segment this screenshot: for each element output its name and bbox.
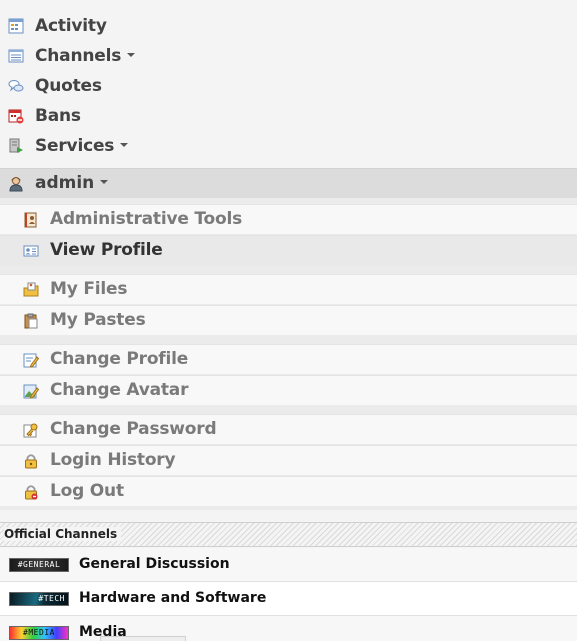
menu-item-view-profile[interactable]: View Profile — [0, 235, 577, 265]
chevron-down-icon — [100, 180, 109, 184]
menu-item-log-out[interactable]: Log Out — [0, 476, 577, 506]
menu-item-administrative-tools[interactable]: Administrative Tools — [0, 204, 577, 234]
chevron-down-icon — [120, 143, 129, 147]
lock-logout-icon — [25, 485, 38, 500]
menu-label-my-files: My Files — [50, 279, 128, 299]
clipboard-icon — [24, 313, 38, 329]
server-icon — [9, 138, 23, 153]
list-icon — [8, 49, 24, 63]
admin-tools-icon — [24, 212, 37, 228]
menu-item-my-files[interactable]: My Files — [0, 274, 577, 304]
nav-label-channels: Channels — [35, 46, 136, 66]
files-icon — [23, 282, 39, 297]
user-icon — [9, 177, 23, 192]
nav-item-services[interactable]: Services — [0, 131, 577, 161]
channel-banner-tech: #TECH — [9, 592, 69, 606]
speech-bubbles-icon — [8, 80, 24, 92]
channel-name: General Discussion — [79, 556, 230, 572]
menu-label-change-profile: Change Profile — [50, 349, 189, 369]
user-menu-toggle[interactable]: admin — [0, 168, 577, 198]
nav-item-bans[interactable]: Bans — [0, 101, 577, 131]
main-nav: Activity Channels Quotes Bans Services — [0, 0, 577, 168]
channel-row-tech[interactable]: #TECH Hardware and Software — [0, 582, 577, 616]
channel-banner-media: #MEDIA — [9, 626, 69, 640]
channel-row-media[interactable]: #MEDIA Media — [0, 616, 577, 641]
nav-label-activity: Activity — [35, 16, 107, 36]
channel-banner-general: #GENERAL — [9, 558, 69, 572]
nav-item-channels[interactable]: Channels — [0, 41, 577, 71]
official-channels-header: Official Channels — [0, 522, 577, 547]
nav-label-bans: Bans — [35, 106, 81, 126]
edit-avatar-icon — [23, 384, 39, 399]
menu-label-log-out: Log Out — [50, 481, 124, 501]
nav-label-quotes: Quotes — [35, 76, 102, 96]
user-dropdown-menu: Administrative Tools View Profile My Fil… — [0, 198, 577, 510]
key-icon — [23, 423, 38, 438]
calendar-icon — [8, 18, 24, 34]
menu-label-view-profile: View Profile — [50, 240, 163, 260]
edit-profile-icon — [23, 353, 39, 368]
menu-item-my-pastes[interactable]: My Pastes — [0, 305, 577, 335]
red-calendar-icon — [8, 109, 24, 124]
menu-item-change-profile[interactable]: Change Profile — [0, 344, 577, 374]
nav-item-activity[interactable]: Activity — [0, 11, 577, 41]
menu-label-administrative-tools: Administrative Tools — [50, 209, 243, 229]
profile-card-icon — [23, 245, 39, 257]
menu-label-change-password: Change Password — [50, 419, 217, 439]
section-title: Official Channels — [4, 527, 122, 541]
nav-item-quotes[interactable]: Quotes — [0, 71, 577, 101]
nav-label-services: Services — [35, 136, 129, 156]
channel-row-general[interactable]: #GENERAL General Discussion — [0, 548, 577, 582]
menu-label-login-history: Login History — [50, 450, 176, 470]
lock-icon — [25, 454, 37, 469]
username-label: admin — [35, 173, 109, 193]
menu-label-my-pastes: My Pastes — [50, 310, 146, 330]
channel-name: Hardware and Software — [79, 590, 267, 606]
menu-item-change-password[interactable]: Change Password — [0, 414, 577, 444]
tooltip-edge — [100, 636, 186, 641]
menu-label-change-avatar: Change Avatar — [50, 380, 189, 400]
chevron-down-icon — [127, 53, 136, 57]
menu-item-change-avatar[interactable]: Change Avatar — [0, 375, 577, 405]
menu-item-login-history[interactable]: Login History — [0, 445, 577, 475]
